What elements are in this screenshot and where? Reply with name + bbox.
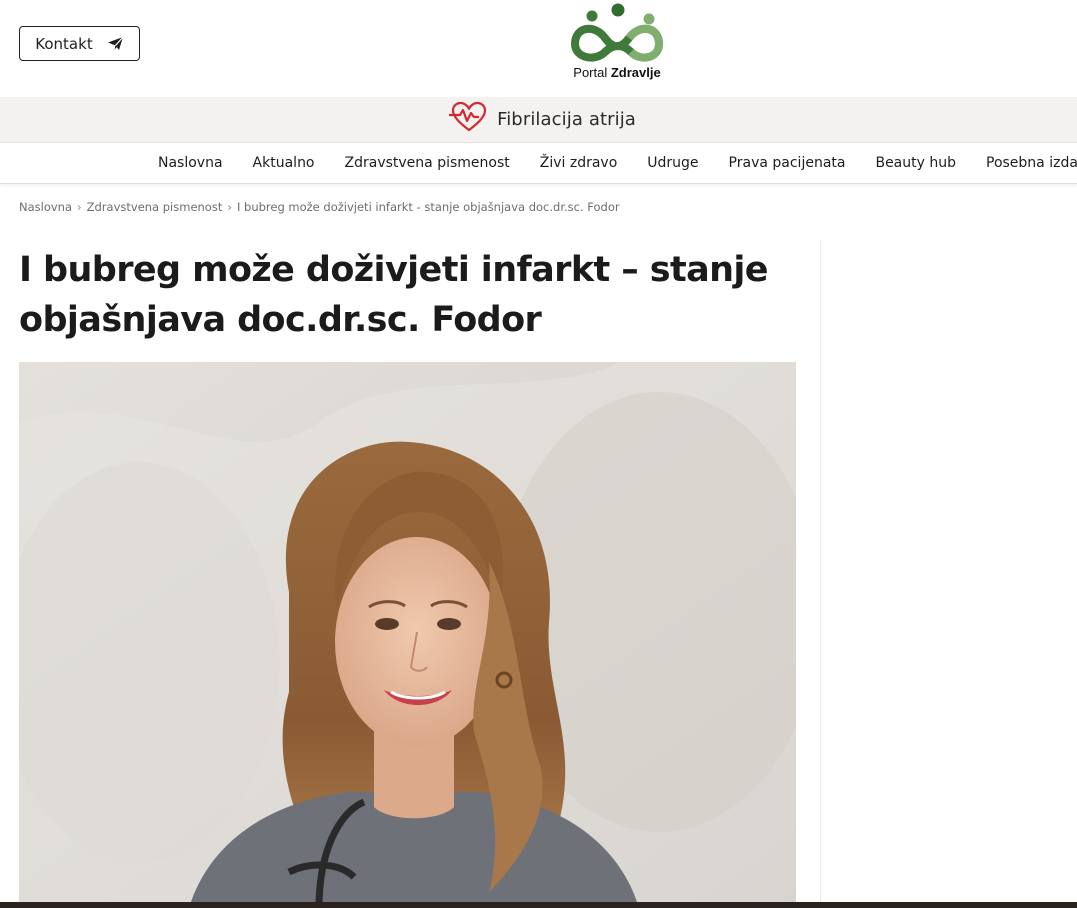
contact-button-label: Kontakt (35, 34, 93, 53)
breadcrumb-current: I bubreg može doživjeti infarkt - stanje… (236, 200, 620, 214)
site-header: Kontakt Portal Zdravlje (0, 0, 1077, 97)
logo-text-bold: Zdravlje (610, 65, 661, 80)
nav-item-udruge[interactable]: Udruge (647, 155, 698, 171)
nav-item-zivi-zdravo[interactable]: Živi zdravo (540, 155, 618, 171)
nav-item-beauty-hub[interactable]: Beauty hub (875, 155, 956, 171)
bottom-bar (0, 902, 1077, 908)
nav-list: Naslovna Aktualno Zdravstvena pismenost … (158, 143, 1077, 183)
promo-bar: Fibrilacija atrija (0, 97, 1077, 142)
nav-item-posebna-izdanja[interactable]: Posebna izdanja (986, 155, 1077, 171)
article-title-line-1: I bubreg može doživjeti infarkt – stanje (19, 250, 769, 290)
promo-link[interactable]: Fibrilacija atrija (449, 101, 636, 138)
logo-text-light: Portal (573, 65, 611, 80)
nav-item-aktualno[interactable]: Aktualno (253, 155, 315, 171)
main-nav: Naslovna Aktualno Zdravstvena pismenost … (0, 142, 1077, 184)
breadcrumb-home[interactable]: Naslovna (19, 200, 72, 214)
logo-text: Portal Zdravlje (565, 65, 669, 80)
breadcrumb-category[interactable]: Zdravstvena pismenost (87, 200, 223, 214)
breadcrumb-separator: › (77, 200, 82, 214)
nav-item-prava-pacijenata[interactable]: Prava pacijenata (729, 155, 846, 171)
nav-item-naslovna[interactable]: Naslovna (158, 155, 223, 171)
breadcrumb: Naslovna › Zdravstvena pismenost › I bubreg … (19, 200, 620, 214)
logo-figures-icon (570, 3, 664, 62)
contact-button[interactable]: Kontakt (19, 26, 140, 61)
breadcrumb-separator: › (227, 200, 232, 214)
article-hero-image (19, 362, 796, 908)
promo-label: Fibrilacija atrija (497, 109, 636, 130)
nav-item-zdravstvena-pismenost[interactable]: Zdravstvena pismenost (345, 155, 510, 171)
sidebar-divider (820, 240, 821, 908)
heart-pulse-icon (449, 101, 489, 138)
article-title: I bubreg može doživjeti infarkt – stanje… (19, 245, 799, 345)
site-logo[interactable]: Portal Zdravlje (565, 2, 669, 90)
paper-plane-icon (107, 36, 124, 51)
article-title-line-2: objašnjava doc.dr.sc. Fodor (19, 300, 542, 340)
